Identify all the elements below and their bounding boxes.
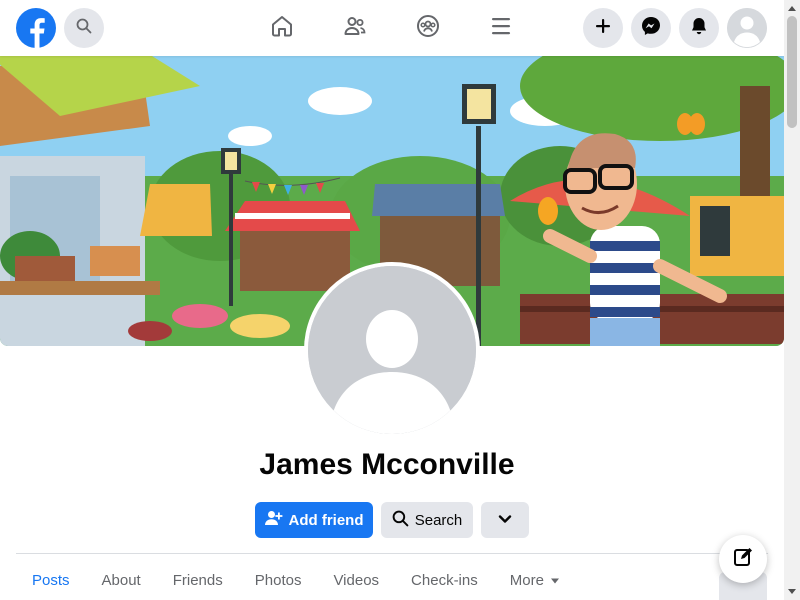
tab-videos[interactable]: Videos — [317, 560, 395, 600]
tab-label: Friends — [172, 571, 223, 589]
search-profile-button[interactable]: Search — [381, 502, 473, 538]
tab-label: Check-ins — [411, 571, 478, 589]
home-icon — [270, 14, 294, 43]
new-message-button[interactable] — [719, 535, 767, 583]
more-actions-button[interactable] — [481, 502, 529, 538]
search-label: Search — [414, 511, 463, 529]
notifications-button[interactable] — [679, 8, 719, 48]
tab-label: More — [509, 571, 544, 589]
account-avatar[interactable] — [727, 8, 767, 48]
add-friend-label: Add friend — [288, 511, 364, 529]
messenger-icon — [641, 16, 661, 41]
tab-more[interactable]: More — [494, 560, 576, 600]
add-friend-button[interactable]: Add friend — [255, 502, 373, 538]
scroll-thumb[interactable] — [787, 16, 797, 128]
create-button[interactable] — [583, 8, 623, 48]
search-icon — [76, 18, 92, 39]
plus-icon — [594, 17, 612, 40]
add-friend-icon — [264, 510, 283, 530]
profile-picture[interactable] — [304, 262, 480, 438]
nav-home-tab[interactable] — [264, 10, 300, 46]
caret-down-icon — [550, 572, 560, 589]
tab-about[interactable]: About — [86, 560, 157, 600]
search-button[interactable] — [64, 8, 104, 48]
facebook-profile-page: James Mcconville Add friend Search Posts… — [0, 0, 800, 600]
tab-posts[interactable]: Posts — [16, 560, 86, 600]
bell-icon — [689, 16, 709, 41]
profile-divider — [16, 553, 768, 554]
messenger-button[interactable] — [631, 8, 671, 48]
groups-icon — [416, 14, 440, 43]
scroll-down-arrow-icon[interactable] — [784, 584, 800, 600]
menu-icon — [489, 14, 513, 43]
tab-label: Posts — [32, 571, 70, 589]
tab-friends[interactable]: Friends — [157, 560, 239, 600]
top-navigation-bar — [0, 0, 784, 56]
tab-label: About — [101, 571, 141, 589]
nav-menu-tab[interactable] — [483, 10, 519, 46]
chevron-down-icon — [498, 511, 512, 529]
profile-name: James Mcconville — [259, 448, 515, 481]
facebook-logo-icon[interactable] — [16, 8, 56, 48]
friends-icon — [343, 14, 367, 43]
nav-groups-tab[interactable] — [410, 10, 446, 46]
nav-friends-tab[interactable] — [337, 10, 373, 46]
scroll-up-arrow-icon[interactable] — [784, 0, 800, 16]
compose-icon — [733, 547, 753, 572]
tab-label: Videos — [333, 571, 380, 589]
tab-label: Photos — [254, 571, 302, 589]
search-icon — [392, 510, 409, 531]
default-avatar-icon — [308, 266, 476, 434]
profile-tabs: Posts About Friends Photos Videos Check-… — [16, 560, 576, 600]
tab-photos[interactable]: Photos — [239, 560, 318, 600]
page-scrollbar[interactable] — [784, 0, 800, 600]
tab-check-ins[interactable]: Check-ins — [395, 560, 494, 600]
